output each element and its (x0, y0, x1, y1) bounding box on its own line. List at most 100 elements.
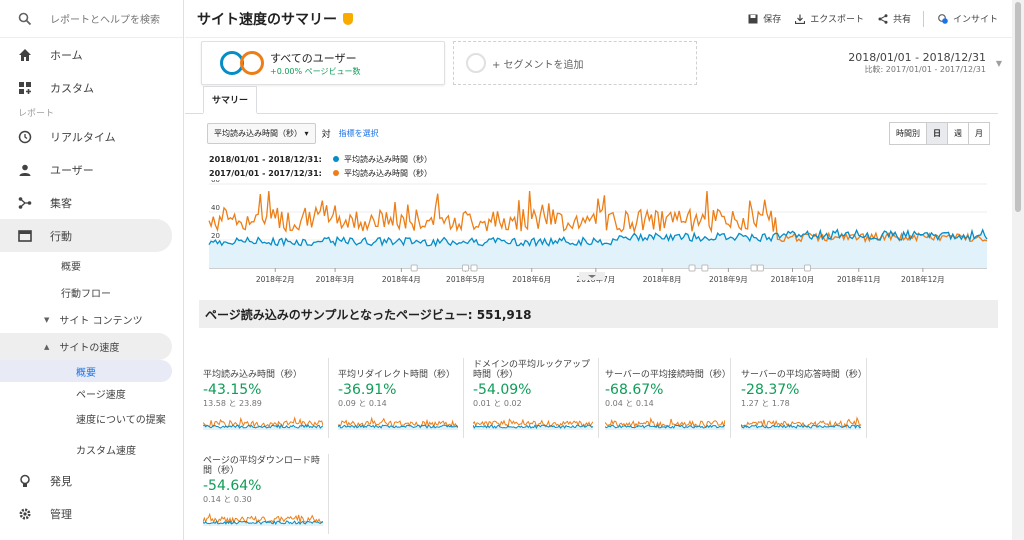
share-button[interactable]: 共有 (878, 12, 911, 25)
verified-badge-icon (343, 12, 353, 25)
segment-change: +0.00% ページビュー数 (270, 66, 361, 76)
metric-label: ドメインの平均ルックアップ時間（秒） (473, 360, 591, 380)
metric-select[interactable]: 平均読み込み時間（秒） ▾ (207, 122, 316, 144)
home-icon (19, 48, 31, 61)
metric-range: 13.58 と 23.89 (203, 399, 262, 408)
sidebar-item-label: 発見 (50, 474, 72, 488)
sidebar-item-page-timings[interactable]: ページ速度 (0, 382, 183, 404)
metric-avg-server-connection-time[interactable]: サーバーの平均接続時間（秒） -68.67% 0.04 と 0.14 (605, 358, 731, 438)
sidebar-item-overview[interactable]: 概要 (0, 252, 183, 279)
metric-range: 0.14 と 0.30 (203, 495, 252, 504)
clock-icon (18, 130, 32, 143)
triangle-down-icon: ▼ (44, 315, 50, 324)
metric-range: 0.09 と 0.14 (338, 399, 387, 408)
sidebar-item-realtime[interactable]: リアルタイム (0, 120, 183, 153)
insights-icon (938, 13, 948, 24)
segment-bar: すべてのユーザー +0.00% ページビュー数 + セグメントを追加 2018/… (185, 38, 1012, 88)
metric-avg-server-response-time[interactable]: サーバーの平均応答時間（秒） -28.37% 1.27 と 1.78 (741, 358, 867, 438)
annotation-marker-icon (756, 264, 764, 272)
share-icon (878, 13, 888, 24)
sidebar-item-behavior-flow[interactable]: 行動フロー (0, 279, 183, 306)
metric-range: 1.27 と 1.78 (741, 399, 790, 408)
sidebar-item-admin[interactable]: 管理 (0, 497, 183, 530)
date-range-picker[interactable]: 2018/01/01 - 2018/12/31 比較: 2017/01/01 -… (848, 51, 1012, 75)
sidebar-item-speed-overview[interactable]: 概要 (0, 360, 172, 382)
granularity-toggle: 時間別 日 週 月 (889, 121, 990, 145)
add-segment-button[interactable]: + セグメントを追加 (453, 41, 697, 85)
main-chart-svg: 20 40 60 2018年2月 2018年3月 2018年4月 2018年5月 2018年6… (208, 180, 988, 284)
metric-value: -54.64% (203, 478, 262, 494)
date-range: 2018/01/01 - 2018/12/31 (848, 51, 986, 64)
report-actions: 保存 エクスポート 共有 インサイト (734, 10, 1012, 27)
select-metric-link[interactable]: 指標を選択 (339, 128, 379, 139)
sidebar-item-users[interactable]: ユーザー (0, 153, 183, 186)
sparkline (203, 416, 323, 430)
metric-label: ページの平均ダウンロード時間（秒） (203, 456, 320, 476)
metric-range: 0.01 と 0.02 (473, 399, 522, 408)
sidebar-search[interactable]: レポートとヘルプを検索 (0, 0, 183, 38)
hourly-button[interactable]: 時間別 (889, 121, 927, 145)
metric-avg-domain-lookup-time[interactable]: ドメインの平均ルックアップ時間（秒） -54.09% 0.01 と 0.02 (473, 358, 599, 438)
sidebar-item-label: ユーザー (50, 163, 94, 177)
metric-select-value: 平均読み込み時間（秒） (214, 128, 302, 138)
scrollbar-thumb[interactable] (1015, 2, 1021, 212)
lightbulb-icon (20, 474, 30, 487)
segment-rings-icon (220, 51, 264, 75)
metric-avg-redirect-time[interactable]: 平均リダイレクト時間（秒） -36.91% 0.09 と 0.14 (338, 358, 464, 438)
export-label: エクスポート (810, 15, 864, 25)
export-button[interactable]: エクスポート (795, 12, 864, 25)
share-label: 共有 (892, 15, 911, 25)
metric-avg-page-load-time[interactable]: 平均読み込み時間（秒） -43.15% 13.58 と 23.89 (203, 358, 329, 438)
chart-legend: 2018/01/01 - 2018/12/31: 平均読み込み時間（秒） 201… (185, 152, 1012, 180)
sparkline (605, 417, 725, 430)
day-button[interactable]: 日 (926, 121, 948, 145)
person-icon (19, 164, 31, 176)
x-tick-label: 2018年10月 (771, 274, 815, 284)
metric-avg-page-download-time[interactable]: ページの平均ダウンロード時間（秒） -54.64% 0.14 と 0.30 (203, 454, 329, 534)
sidebar-item-acquisition[interactable]: 集客 (0, 186, 183, 219)
annotation-marker-icon (803, 264, 811, 272)
sidebar-item-discover[interactable]: 発見 (0, 464, 183, 497)
sidebar-item-site-content[interactable]: ▼ サイト コンテンツ (0, 306, 183, 333)
annotation-marker-icon (750, 264, 758, 272)
x-tick-label: 2018年6月 (512, 274, 551, 284)
main-chart[interactable]: 20 40 60 2018年2月 2018年3月 2018年4月 2018年5月 2018年6… (207, 180, 989, 288)
month-button[interactable]: 月 (968, 121, 990, 145)
segment-all-users[interactable]: すべてのユーザー +0.00% ページビュー数 (201, 41, 445, 85)
series-2018-area (209, 229, 987, 268)
report-header: サイト速度のサマリー 保存 エクスポート 共有 インサイト (185, 0, 1012, 38)
empty-circle-icon (466, 53, 486, 73)
compare-range: 比較: 2017/01/01 - 2017/12/31 (864, 65, 986, 74)
sidebar-item-label: 管理 (50, 507, 72, 521)
metric-range: 0.04 と 0.14 (605, 399, 654, 408)
page-title: サイト速度のサマリー (197, 11, 337, 28)
gear-icon (19, 508, 31, 519)
x-tick-label: 2018年2月 (256, 274, 295, 284)
legend-series-name: 平均読み込み時間（秒） (344, 168, 432, 178)
dropdown-arrow-icon: ▾ (304, 128, 309, 138)
week-button[interactable]: 週 (947, 121, 969, 145)
x-tick-label: 2018年9月 (709, 274, 748, 284)
page-scrollbar[interactable] (1012, 0, 1024, 540)
tab-summary[interactable]: サマリー (203, 86, 258, 114)
orange-dot-icon (333, 170, 339, 176)
save-icon (748, 14, 758, 23)
sidebar-item-home[interactable]: ホーム (0, 38, 183, 71)
save-button[interactable]: 保存 (748, 12, 781, 25)
sidebar-item-behavior[interactable]: 行動 (0, 219, 172, 252)
toolbar-divider (922, 10, 924, 27)
sidebar-section-reports: レポート (18, 109, 55, 119)
annotation-marker-icon (461, 264, 469, 272)
segment-name: すべてのユーザー (270, 51, 357, 65)
insights-button[interactable]: インサイト (938, 12, 998, 25)
metric-value: -28.37% (741, 382, 800, 398)
sidebar-item-speed-suggestions[interactable]: 速度についての提案 (0, 404, 183, 438)
sidebar-item-custom[interactable]: カスタム (0, 71, 183, 104)
sidebar-item-site-speed[interactable]: ▲ サイトの速度 (0, 333, 172, 360)
add-segment-label: + セグメントを追加 (492, 59, 584, 71)
behavior-icon (18, 229, 32, 242)
metric-value: -43.15% (203, 382, 262, 398)
metric-label: サーバーの平均応答時間（秒） (741, 370, 867, 380)
sidebar-item-user-timings[interactable]: カスタム速度 (0, 438, 183, 460)
dashboard-icon (19, 81, 31, 94)
